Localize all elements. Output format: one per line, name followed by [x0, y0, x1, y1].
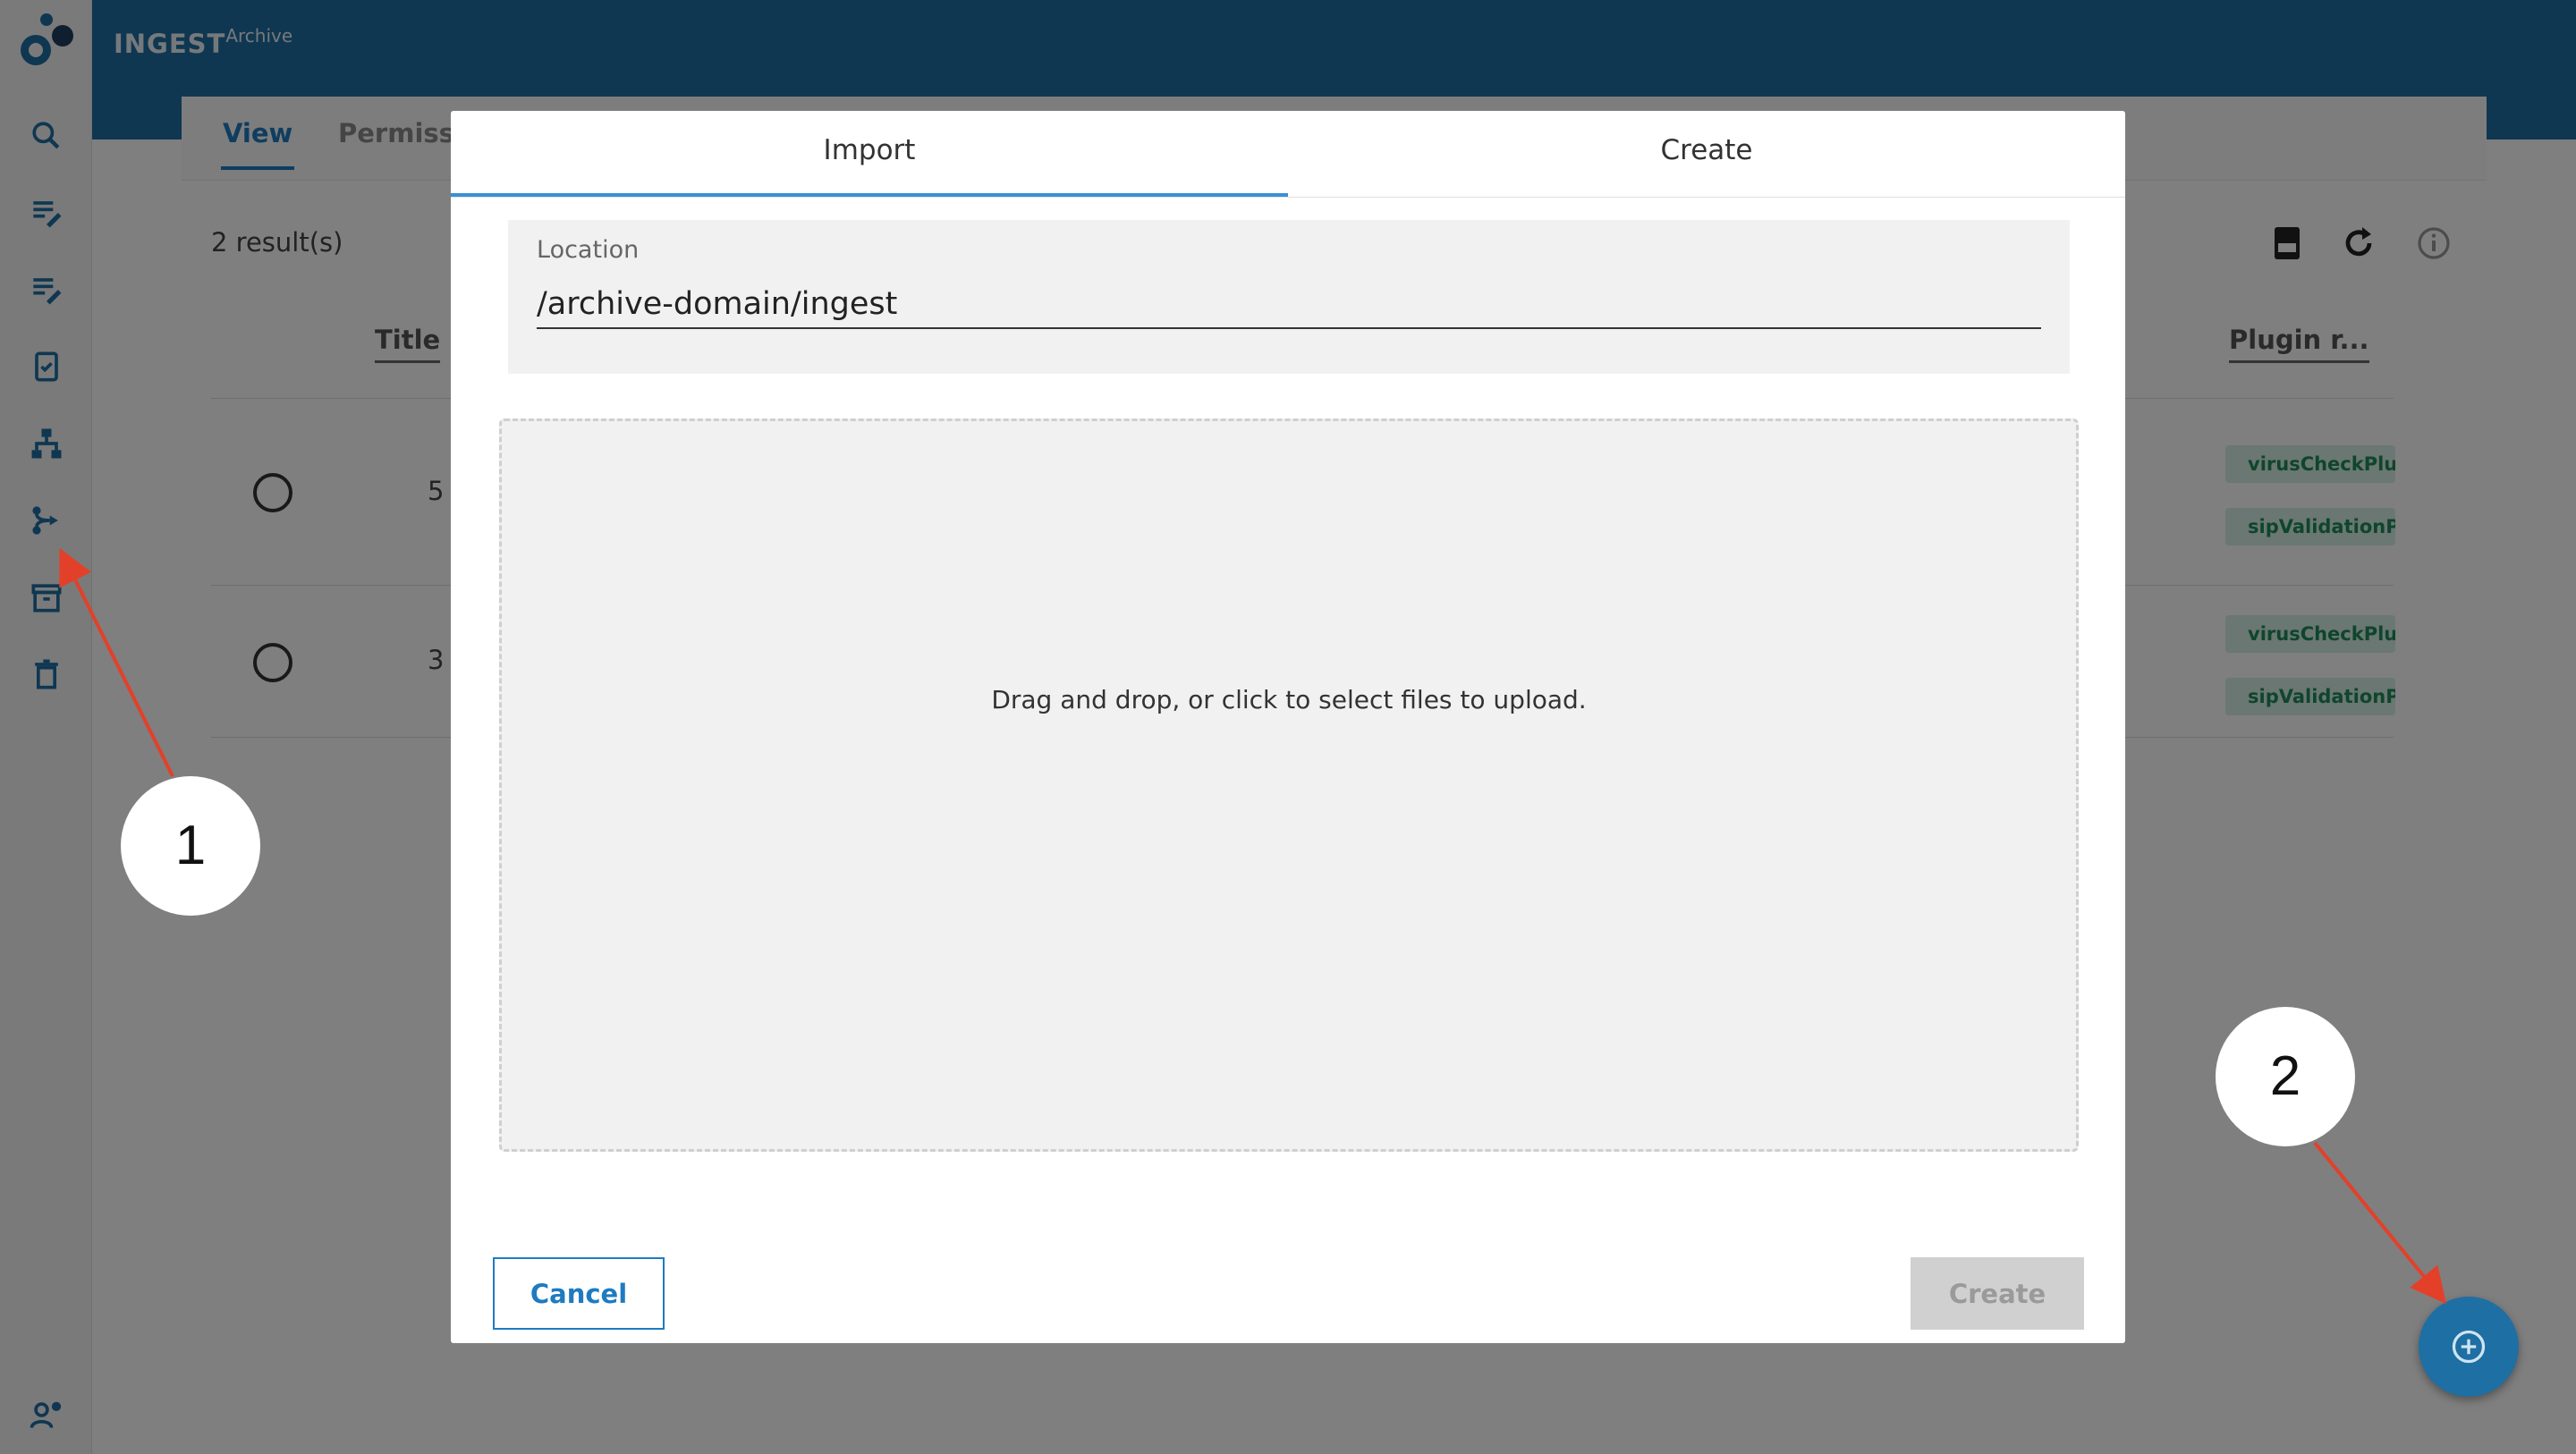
- location-field[interactable]: Location /archive-domain/ingest: [508, 220, 2070, 374]
- create-dialog: Import Create Location /archive-domain/i…: [451, 111, 2125, 1343]
- tab-create[interactable]: Create: [1288, 111, 2125, 197]
- file-dropzone[interactable]: Drag and drop, or click to select files …: [499, 418, 2079, 1152]
- tabs-divider: [451, 197, 2125, 198]
- add-fab-button[interactable]: [2419, 1297, 2519, 1397]
- location-underline: [537, 327, 2041, 329]
- tab-import[interactable]: Import: [451, 111, 1288, 197]
- plus-circle-icon: [2452, 1330, 2486, 1364]
- cancel-button[interactable]: Cancel: [493, 1257, 665, 1330]
- create-button[interactable]: Create: [1911, 1257, 2084, 1330]
- dropzone-text: Drag and drop, or click to select files …: [991, 685, 1587, 714]
- annotation-callout-1: 1: [121, 776, 260, 916]
- location-label: Location: [537, 236, 640, 264]
- location-input[interactable]: /archive-domain/ingest: [537, 286, 897, 322]
- annotation-callout-2: 2: [2216, 1007, 2355, 1146]
